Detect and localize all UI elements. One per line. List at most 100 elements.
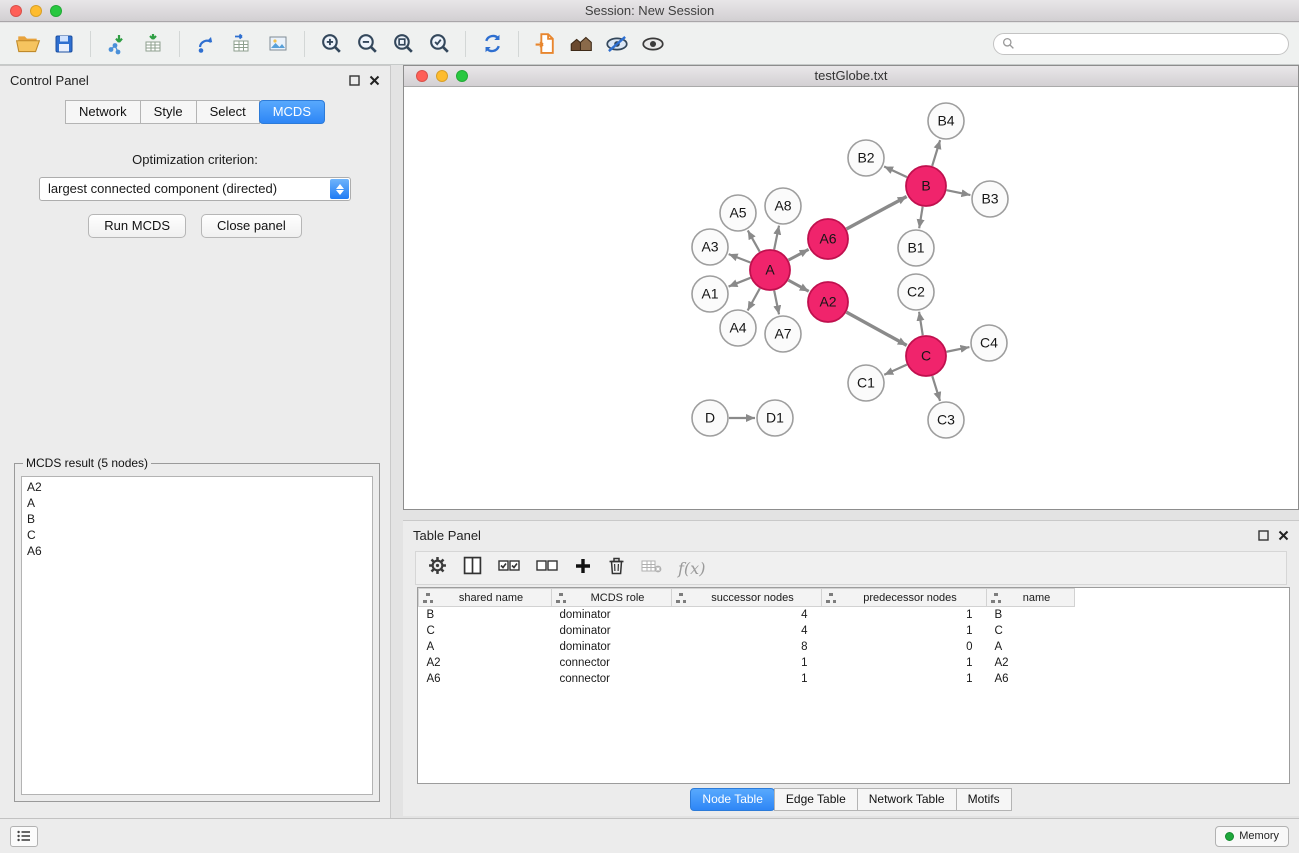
function-builder-button[interactable]: f(x) [678, 559, 705, 578]
tab-network[interactable]: Network [65, 100, 141, 124]
duplicate-table-button[interactable] [224, 28, 260, 60]
table-cell[interactable]: A6 [987, 671, 1075, 687]
node-B3[interactable]: B3 [972, 181, 1008, 217]
table-cell[interactable]: 4 [672, 623, 822, 639]
close-panel-button[interactable]: Close panel [201, 214, 302, 238]
column-header-MCDS-role[interactable]: MCDS role [552, 589, 672, 607]
table-cell[interactable]: 1 [822, 671, 987, 687]
edge-A-A4[interactable] [748, 288, 760, 310]
table-row[interactable]: Cdominator41C [419, 623, 1075, 639]
table-cell[interactable]: 4 [672, 607, 822, 623]
column-header-shared-name[interactable]: shared name [419, 589, 552, 607]
table-cell[interactable]: C [419, 623, 552, 639]
table-cell[interactable]: dominator [552, 639, 672, 655]
float-panel-icon[interactable] [349, 75, 360, 86]
export-image-button[interactable] [260, 28, 296, 60]
node-D1[interactable]: D1 [757, 400, 793, 436]
network-close-button[interactable] [416, 70, 428, 82]
edge-B-B2[interactable] [884, 166, 907, 177]
table-cell[interactable]: 1 [672, 655, 822, 671]
mcds-result-list[interactable]: A2ABCA6 [21, 476, 373, 795]
share-network-button[interactable] [188, 28, 224, 60]
edge-A6-B[interactable] [846, 196, 906, 229]
node-D[interactable]: D [692, 400, 728, 436]
node-A2[interactable]: A2 [808, 282, 848, 322]
node-C2[interactable]: C2 [898, 274, 934, 310]
table-cell[interactable]: dominator [552, 607, 672, 623]
edge-C-C2[interactable] [919, 312, 923, 335]
node-B2[interactable]: B2 [848, 140, 884, 176]
table-row[interactable]: Adominator80A [419, 639, 1075, 655]
tab-node-table[interactable]: Node Table [690, 788, 775, 811]
import-network-button[interactable] [99, 28, 135, 60]
node-A3[interactable]: A3 [692, 229, 728, 265]
import-table-button[interactable] [135, 28, 171, 60]
zoom-out-button[interactable] [349, 28, 385, 60]
zoom-fit-button[interactable] [385, 28, 421, 60]
optimization-criterion-dropdown[interactable]: largest connected component (directed) [39, 177, 351, 201]
search-input[interactable] [1020, 37, 1280, 51]
tab-network-table[interactable]: Network Table [857, 788, 957, 811]
zoom-in-button[interactable] [313, 28, 349, 60]
select-all-rows-button[interactable] [498, 558, 520, 579]
delete-table-button[interactable] [641, 558, 662, 579]
table-cell[interactable]: 1 [822, 623, 987, 639]
table-settings-button[interactable] [428, 556, 447, 580]
deselect-all-rows-button[interactable] [536, 558, 558, 579]
table-row[interactable]: A6connector11A6 [419, 671, 1075, 687]
node-A4[interactable]: A4 [720, 310, 756, 346]
table-cell[interactable]: A [987, 639, 1075, 655]
table-cell[interactable]: 0 [822, 639, 987, 655]
network-zoom-button[interactable] [456, 70, 468, 82]
node-C4[interactable]: C4 [971, 325, 1007, 361]
table-cell[interactable]: 1 [672, 671, 822, 687]
tab-edge-table[interactable]: Edge Table [774, 788, 858, 811]
minimize-window-button[interactable] [30, 5, 42, 17]
table-cell[interactable]: 1 [822, 607, 987, 623]
table-cell[interactable]: C [987, 623, 1075, 639]
table-row[interactable]: A2connector11A2 [419, 655, 1075, 671]
table-cell[interactable]: B [987, 607, 1075, 623]
save-session-button[interactable] [46, 28, 82, 60]
memory-button[interactable]: Memory [1215, 826, 1289, 847]
edge-B-B1[interactable] [919, 207, 922, 229]
close-table-panel-icon[interactable] [1278, 530, 1289, 541]
node-C[interactable]: C [906, 336, 946, 376]
table-cell[interactable]: A2 [987, 655, 1075, 671]
table-cell[interactable]: dominator [552, 623, 672, 639]
column-header-name[interactable]: name [987, 589, 1075, 607]
table-cell[interactable]: 8 [672, 639, 822, 655]
network-canvas[interactable]: B4B2BB3B1A5A8A6A3AA1A2C2A4A7C4CC1C3DD1 [404, 87, 1298, 509]
node-A6[interactable]: A6 [808, 219, 848, 259]
table-cell[interactable]: A [419, 639, 552, 655]
edge-A-A3[interactable] [729, 254, 751, 262]
network-minimize-button[interactable] [436, 70, 448, 82]
table-cell[interactable]: 1 [822, 655, 987, 671]
edge-C-C3[interactable] [932, 376, 940, 401]
edge-A-A7[interactable] [774, 291, 779, 315]
edge-A-A8[interactable] [774, 226, 779, 250]
table-cell[interactable]: connector [552, 671, 672, 687]
edge-A-A1[interactable] [729, 278, 751, 287]
show-columns-button[interactable] [463, 556, 482, 580]
zoom-window-button[interactable] [50, 5, 62, 17]
tab-mcds[interactable]: MCDS [259, 100, 325, 124]
node-B[interactable]: B [906, 166, 946, 206]
node-C1[interactable]: C1 [848, 365, 884, 401]
float-table-panel-icon[interactable] [1258, 530, 1269, 541]
close-window-button[interactable] [10, 5, 22, 17]
table-row[interactable]: Bdominator41B [419, 607, 1075, 623]
close-panel-icon[interactable] [369, 75, 380, 86]
search-field[interactable] [993, 33, 1289, 55]
edge-A-A6[interactable] [789, 249, 809, 260]
tab-motifs[interactable]: Motifs [956, 788, 1012, 811]
add-row-button[interactable] [574, 557, 592, 580]
delete-row-button[interactable] [608, 556, 625, 580]
zoom-selected-button[interactable] [421, 28, 457, 60]
table-cell[interactable]: B [419, 607, 552, 623]
node-A5[interactable]: A5 [720, 195, 756, 231]
column-header-successor-nodes[interactable]: successor nodes [672, 589, 822, 607]
open-document-button[interactable] [527, 28, 563, 60]
node-table[interactable]: shared nameMCDS rolesuccessor nodesprede… [417, 587, 1290, 784]
edge-A-A5[interactable] [748, 230, 760, 251]
